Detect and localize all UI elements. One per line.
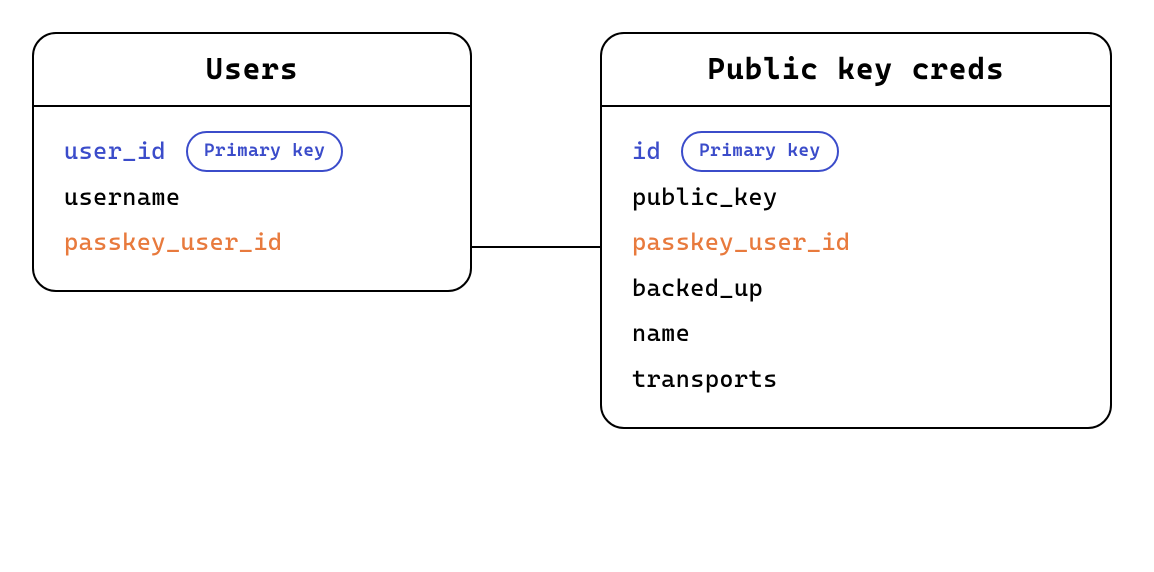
entity-creds-title: Public key creds xyxy=(602,34,1110,107)
field-name: name xyxy=(632,311,690,357)
field-row: passkey_user_id xyxy=(64,220,440,266)
primary-key-badge: Primary key xyxy=(681,131,839,172)
entity-users: Users user_id Primary key username passk… xyxy=(32,32,472,292)
relationship-connector xyxy=(472,246,600,248)
primary-key-badge: Primary key xyxy=(186,131,344,172)
field-name: backed_up xyxy=(632,266,763,312)
field-row: passkey_user_id xyxy=(632,220,1080,266)
field-row: user_id Primary key xyxy=(64,129,440,175)
field-row: id Primary key xyxy=(632,129,1080,175)
field-row: transports xyxy=(632,357,1080,403)
field-name: id xyxy=(632,129,661,175)
entity-public-key-creds: Public key creds id Primary key public_k… xyxy=(600,32,1112,429)
field-name: public_key xyxy=(632,175,778,221)
field-name: username xyxy=(64,175,181,221)
field-row: username xyxy=(64,175,440,221)
field-name: user_id xyxy=(64,129,166,175)
field-row: name xyxy=(632,311,1080,357)
entity-users-body: user_id Primary key username passkey_use… xyxy=(34,107,470,290)
field-name: passkey_user_id xyxy=(632,220,850,266)
field-name: passkey_user_id xyxy=(64,220,282,266)
field-row: public_key xyxy=(632,175,1080,221)
field-name: transports xyxy=(632,357,778,403)
entity-users-title: Users xyxy=(34,34,470,107)
entity-creds-body: id Primary key public_key passkey_user_i… xyxy=(602,107,1110,427)
field-row: backed_up xyxy=(632,266,1080,312)
